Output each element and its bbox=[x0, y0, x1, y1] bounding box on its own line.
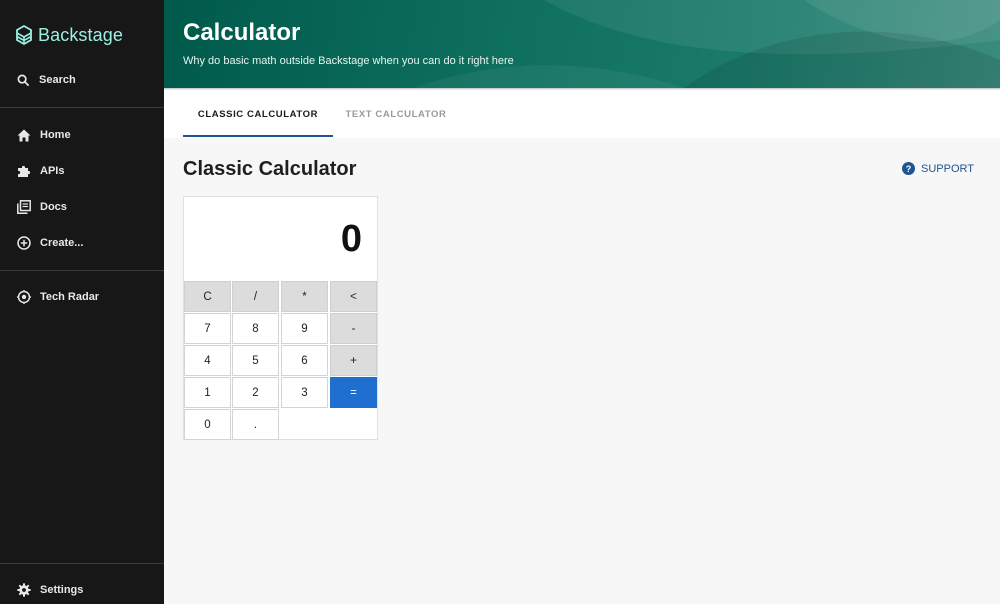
page-header: Calculator Why do basic math outside Bac… bbox=[164, 0, 1000, 88]
key-7[interactable]: 7 bbox=[184, 313, 231, 344]
key-multiply[interactable]: * bbox=[281, 281, 328, 312]
key-1[interactable]: 1 bbox=[184, 377, 231, 408]
home-icon bbox=[17, 129, 31, 141]
key-backspace[interactable]: < bbox=[330, 281, 377, 312]
key-clear[interactable]: C bbox=[184, 281, 231, 312]
sidebar-item-label: APIs bbox=[40, 165, 65, 177]
active-tab-indicator bbox=[183, 135, 333, 137]
key-divide[interactable]: / bbox=[232, 281, 279, 312]
sidebar-item-docs[interactable]: Docs bbox=[0, 189, 164, 225]
key-0[interactable]: 0 bbox=[184, 409, 231, 440]
tab-classic-calculator[interactable]: CLASSIC CALCULATOR bbox=[183, 90, 333, 138]
puzzle-icon bbox=[18, 165, 31, 177]
sidebar-item-label: Search bbox=[39, 74, 76, 86]
key-9[interactable]: 9 bbox=[281, 313, 328, 344]
key-plus[interactable]: + bbox=[330, 345, 377, 376]
key-6[interactable]: 6 bbox=[281, 345, 328, 376]
key-3[interactable]: 3 bbox=[281, 377, 328, 408]
key-minus[interactable]: - bbox=[330, 313, 377, 344]
calculator-display: 0 bbox=[184, 197, 377, 281]
sidebar-item-tech-radar[interactable]: Tech Radar bbox=[0, 279, 164, 315]
sidebar-item-apis[interactable]: APIs bbox=[0, 153, 164, 189]
sidebar-item-label: Home bbox=[40, 129, 71, 141]
backstage-logo-icon bbox=[16, 24, 32, 46]
content-title: Classic Calculator bbox=[183, 158, 357, 180]
sidebar-item-label: Create... bbox=[40, 237, 84, 249]
sidebar-item-create[interactable]: Create... bbox=[0, 225, 164, 261]
sidebar-item-label: Docs bbox=[40, 201, 67, 213]
sidebar-item-home[interactable]: Home bbox=[0, 117, 164, 153]
key-4[interactable]: 4 bbox=[184, 345, 231, 376]
key-equals[interactable]: = bbox=[330, 377, 377, 408]
key-2[interactable]: 2 bbox=[232, 377, 279, 408]
sidebar-divider bbox=[0, 270, 164, 271]
radar-icon bbox=[17, 290, 31, 304]
sidebar: Backstage Search Home APIs Docs Create..… bbox=[0, 0, 164, 604]
sidebar-item-label: Tech Radar bbox=[40, 291, 100, 303]
key-8[interactable]: 8 bbox=[232, 313, 279, 344]
page-title: Calculator bbox=[183, 19, 301, 46]
tab-bar: CLASSIC CALCULATOR TEXT CALCULATOR bbox=[164, 90, 1000, 138]
tab-text-calculator[interactable]: TEXT CALCULATOR bbox=[333, 90, 459, 138]
sidebar-item-label: Settings bbox=[40, 584, 84, 596]
search-icon bbox=[17, 74, 30, 86]
help-icon: ? bbox=[902, 162, 915, 175]
support-label: SUPPORT bbox=[921, 162, 974, 175]
library-books-icon bbox=[17, 200, 31, 214]
sidebar-divider bbox=[0, 107, 164, 108]
sidebar-divider bbox=[0, 563, 164, 564]
key-5[interactable]: 5 bbox=[232, 345, 279, 376]
calculator: 0 C / * < 7 8 9 - 4 5 6 + 1 2 3 = 0 . bbox=[183, 196, 378, 440]
backstage-logo[interactable]: Backstage bbox=[14, 24, 123, 46]
page-subtitle: Why do basic math outside Backstage when… bbox=[183, 55, 514, 67]
gear-icon bbox=[17, 583, 31, 597]
add-circle-icon bbox=[17, 236, 31, 250]
sidebar-item-settings[interactable]: Settings bbox=[0, 572, 164, 604]
support-button[interactable]: ? SUPPORT bbox=[902, 162, 974, 175]
sidebar-item-search[interactable]: Search bbox=[0, 62, 164, 98]
logo-text: Backstage bbox=[38, 24, 123, 45]
key-dot[interactable]: . bbox=[232, 409, 279, 440]
